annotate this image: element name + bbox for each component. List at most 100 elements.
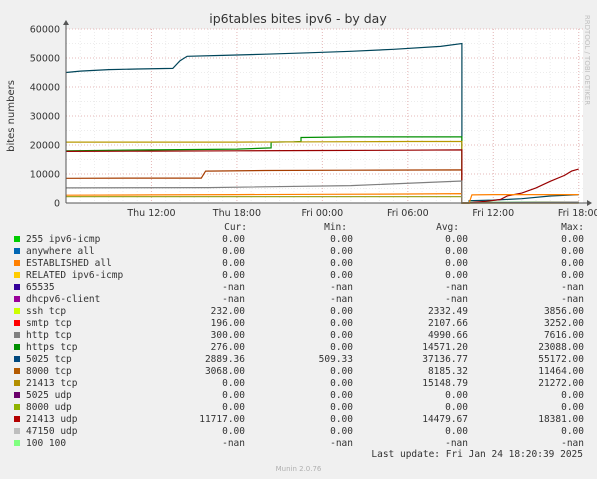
legend-row: RELATED ipv6-icmp 0.00 0.00 0.00 0.00 [0,270,597,282]
legend-name: smtp tcp [26,318,72,329]
legend-name: http tcp [26,330,72,341]
legend-row: https tcp 276.00 0.00 14571.20 23088.00 [0,342,597,354]
legend-cur: -nan [222,282,245,293]
legend-max: 0.00 [561,270,584,281]
legend-cur: 300.00 [210,330,245,341]
legend-max: 0.00 [561,234,584,245]
legend-name: 5025 udp [26,390,72,401]
legend-min: 0.00 [330,258,353,269]
legend-row: ESTABLISHED all 0.00 0.00 0.00 0.00 [0,258,597,270]
x-tick-label: Fri 06:00 [387,208,429,219]
legend-cur: -nan [222,438,245,449]
legend-avg: 0.00 [445,234,468,245]
legend-min: 0.00 [330,402,353,413]
legend-swatch [14,368,20,374]
legend-row: 8000 tcp 3068.00 0.00 8185.32 11464.00 [0,366,597,378]
legend-cur: 0.00 [222,426,245,437]
legend-avg: 15148.79 [422,378,468,389]
y-tick-label: 50000 [30,54,60,65]
legend-cur: 0.00 [222,270,245,281]
legend-row: http tcp 300.00 0.00 4990.66 7616.00 [0,330,597,342]
legend-row: 47150 udp 0.00 0.00 0.00 0.00 [0,426,597,438]
legend-min: -nan [330,438,353,449]
y-tick-label: 0 [54,199,60,210]
legend-cur: 0.00 [222,378,245,389]
legend-min: 0.00 [330,342,353,353]
legend-row: anywhere all 0.00 0.00 0.00 0.00 [0,246,597,258]
legend-max: 18381.00 [538,414,584,425]
legend-name: RELATED ipv6-icmp [26,270,124,281]
x-tick-label: Thu 12:00 [126,208,175,219]
legend-cur: 0.00 [222,234,245,245]
y-tick-label: 30000 [30,112,60,123]
legend-header-max: Max: [561,222,584,233]
legend-name: ESTABLISHED all [26,258,112,269]
legend-swatch [14,416,20,422]
legend-cur: 2889.36 [204,354,245,365]
legend-avg: 8185.32 [427,366,468,377]
legend-min: 0.00 [330,246,353,257]
legend-cur: -nan [222,294,245,305]
legend-row: 21413 tcp 0.00 0.00 15148.79 21272.00 [0,378,597,390]
legend-cur: 232.00 [210,306,245,317]
legend-min: 0.00 [330,306,353,317]
x-tick-label: Fri 00:00 [302,208,344,219]
legend-max: 0.00 [561,258,584,269]
legend-avg: 37136.77 [422,354,468,365]
legend-min: 0.00 [330,390,353,401]
legend-name: 8000 udp [26,402,72,413]
rrdtool-watermark: RRDTOOL / TOBI OETIKER [583,15,591,105]
x-axis-arrow [587,200,592,206]
legend-max: 0.00 [561,246,584,257]
legend-min: 0.00 [330,414,353,425]
legend-min: 509.33 [318,354,353,365]
legend-avg: 4990.66 [427,330,468,341]
legend-avg: 0.00 [445,402,468,413]
plot-area: 0 10000 20000 30000 40000 50000 60000 Thu 12:00… [30,20,597,219]
legend-min: 0.00 [330,378,353,389]
y-tick-label: 10000 [30,170,60,181]
legend-header-avg: Avg: [436,222,459,233]
x-tick-label: Fri 12:00 [472,208,514,219]
legend-row: 8000 udp 0.00 0.00 0.00 0.00 [0,402,597,414]
legend-swatch [14,332,20,338]
legend-cur: 0.00 [222,390,245,401]
legend-swatch [14,440,20,446]
legend-min: 0.00 [330,426,353,437]
legend-swatch [14,260,20,266]
legend-avg: 0.00 [445,270,468,281]
legend-avg: 2107.66 [427,318,468,329]
legend-name: 21413 udp [26,414,78,425]
legend-max: 3856.00 [543,306,584,317]
legend-min: 0.00 [330,330,353,341]
munin-version: Munin 2.0.76 [275,465,322,473]
legend-avg: 0.00 [445,246,468,257]
legend-max: 11464.00 [538,366,584,377]
last-update: Last update: Fri Jan 24 18:20:39 2025 [371,449,583,460]
legend-max: 55172.00 [538,354,584,365]
legend-row: 5025 tcp 2889.36 509.33 37136.77 55172.00 [0,354,597,366]
legend-swatch [14,380,20,386]
legend-avg: 14571.20 [422,342,468,353]
legend-min: 0.00 [330,270,353,281]
legend-name: 21413 tcp [26,378,78,389]
legend-swatch [14,320,20,326]
legend-cur: 3068.00 [204,366,245,377]
legend-max: 0.00 [561,390,584,401]
legend-avg: 14479.67 [422,414,468,425]
legend-name: 8000 tcp [26,366,72,377]
y-tick-label: 40000 [30,83,60,94]
legend-row: 255 ipv6-icmp 0.00 0.00 0.00 0.00 [0,234,597,246]
legend-max: -nan [561,438,584,449]
legend-row: ssh tcp 232.00 0.00 2332.49 3856.00 [0,306,597,318]
x-tick-label: Fri 18:00 [558,208,597,219]
legend-avg: 2332.49 [427,306,468,317]
legend-max: -nan [561,282,584,293]
chart-title: ip6tables bites ipv6 - by day [209,11,387,26]
y-axis-label: bites numbers [6,80,17,152]
legend-header-cur: Cur: [224,222,247,233]
legend-row: smtp tcp 196.00 0.00 2107.66 3252.00 [0,318,597,330]
legend-swatch [14,428,20,434]
legend-max: 21272.00 [538,378,584,389]
legend-swatch [14,356,20,362]
